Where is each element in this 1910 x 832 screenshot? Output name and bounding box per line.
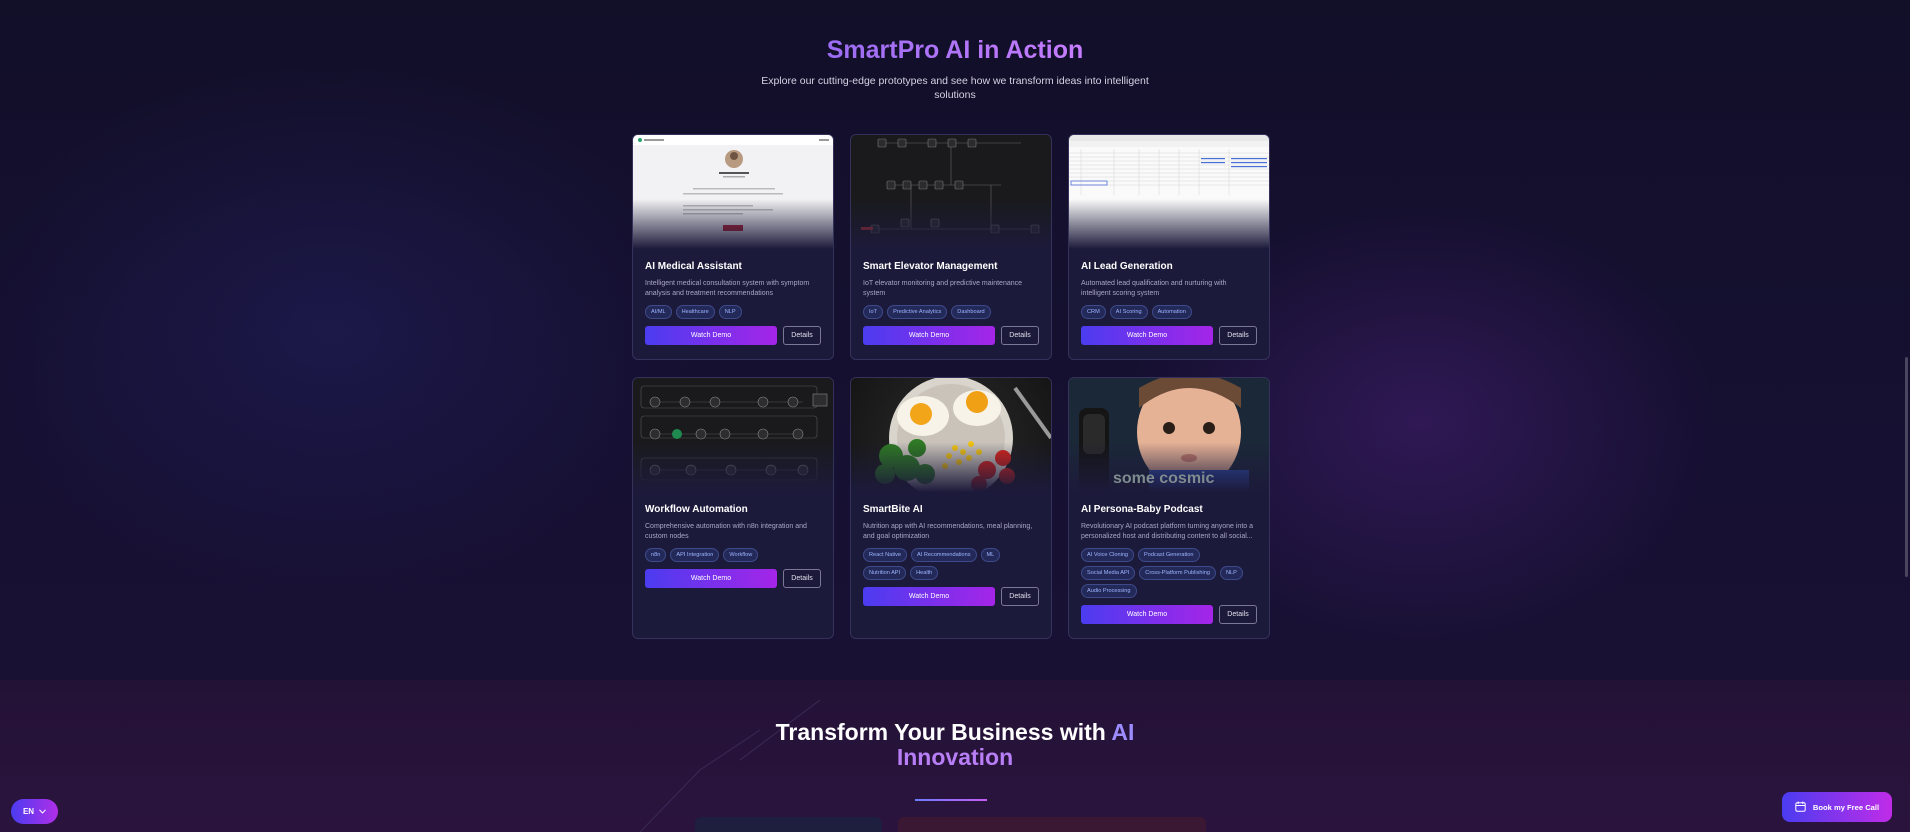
tag-list: IoT Predictive Analytics Dashboard [863,305,1039,319]
cta-title: Transform Your Business with AI Innovati… [775,719,1135,770]
tag: AI/ML [645,305,672,319]
card-description: Nutrition app with AI recommendations, m… [863,523,1033,540]
thumbnail-caption: some cosmic [1113,470,1215,487]
tag: Workflow [723,548,759,562]
book-call-label: Book my Free Call [1812,802,1880,812]
project-thumbnail: some cosmic [1069,378,1269,492]
tag-list: AI/ML Healthcare NLP [645,305,821,319]
tag: NLP [1219,566,1243,580]
tag-list: React Native AI Recommendations ML Nutri… [863,548,1039,580]
tag: Health [910,566,939,580]
card-description: Automated lead qualification and nurturi… [1081,280,1227,297]
prototypes-section: SmartPro AI in Action Explore our cuttin… [0,0,1910,680]
card-title: Workflow Automation [645,504,748,515]
tag: Predictive Analytics [887,305,948,319]
cta-card [898,817,1206,832]
section-subtitle: Explore our cutting-edge prototypes and … [761,75,1149,101]
calendar-icon [1795,801,1806,814]
project-thumbnail [1069,135,1269,249]
card-title: AI Medical Assistant [645,261,742,272]
card-title: AI Persona-Baby Podcast [1081,504,1203,515]
tag: NLP [718,305,742,319]
card-description: Intelligent medical consultation system … [645,280,810,297]
watch-demo-button[interactable]: Watch Demo [645,569,777,588]
project-thumbnail [851,135,1051,249]
project-thumbnail [633,135,833,249]
card-description: Revolutionary AI podcast platform turnin… [1081,523,1253,540]
details-button[interactable]: Details [783,326,821,345]
tag: Cross-Platform Publishing [1139,566,1216,580]
project-card: Workflow Automation Comprehensive automa… [632,377,834,639]
card-description: Comprehensive automation with n8n integr… [645,523,807,540]
card-title: SmartBite AI [863,504,923,515]
watch-demo-button[interactable]: Watch Demo [863,326,995,345]
card-title: AI Lead Generation [1081,261,1173,272]
tag: AI Voice Cloning [1081,548,1135,562]
book-call-button[interactable]: Book my Free Call [1782,792,1892,822]
card-title: Smart Elevator Management [863,261,998,272]
page-scrollbar[interactable] [1905,357,1908,577]
details-button[interactable]: Details [1001,587,1039,606]
project-thumbnail [633,378,833,492]
watch-demo-button[interactable]: Watch Demo [1081,605,1213,624]
language-label: EN [22,807,35,816]
tag: Podcast Generation [1138,548,1200,562]
tag-list: AI Voice Cloning Podcast Generation Soci… [1081,548,1257,598]
tag: n8n [645,548,667,562]
tag: AI Recommendations [911,548,977,562]
title-underline [915,799,987,801]
tag-list: CRM AI Scoring Automation [1081,305,1257,319]
project-card: some cosmic AI Persona-Baby Podcast Revo… [1068,377,1270,639]
language-selector[interactable]: EN [11,799,58,824]
tag: IoT [863,305,884,319]
section-title: SmartPro AI in Action [826,36,1084,64]
tag: ML [980,548,1001,562]
watch-demo-button[interactable]: Watch Demo [645,326,777,345]
details-button[interactable]: Details [783,569,821,588]
details-button[interactable]: Details [1001,326,1039,345]
project-card: AI Medical Assistant Intelligent medical… [632,134,834,360]
watch-demo-button[interactable]: Watch Demo [1081,326,1213,345]
tag: Healthcare [675,305,715,319]
project-card: AI Lead Generation Automated lead qualif… [1068,134,1270,360]
cta-card [695,817,882,832]
details-button[interactable]: Details [1219,605,1257,624]
tag: Automation [1151,305,1192,319]
tag-list: n8n API Integration Workflow [645,548,821,562]
watch-demo-button[interactable]: Watch Demo [863,587,995,606]
project-card: SmartBite AI Nutrition app with AI recom… [850,377,1052,639]
tag: Dashboard [951,305,991,319]
tag: CRM [1081,305,1106,319]
tag: React Native [863,548,908,562]
tag: Social Media API [1081,566,1136,580]
chevron-down-icon [39,807,46,816]
card-description: IoT elevator monitoring and predictive m… [863,280,1023,297]
tag: AI Scoring [1109,305,1148,319]
tag: Audio Processing [1081,584,1137,598]
tag: API Integration [670,548,720,562]
details-button[interactable]: Details [1219,326,1257,345]
tag: Nutrition API [863,566,907,580]
project-card: Smart Elevator Management IoT elevator m… [850,134,1052,360]
project-thumbnail [851,378,1051,492]
